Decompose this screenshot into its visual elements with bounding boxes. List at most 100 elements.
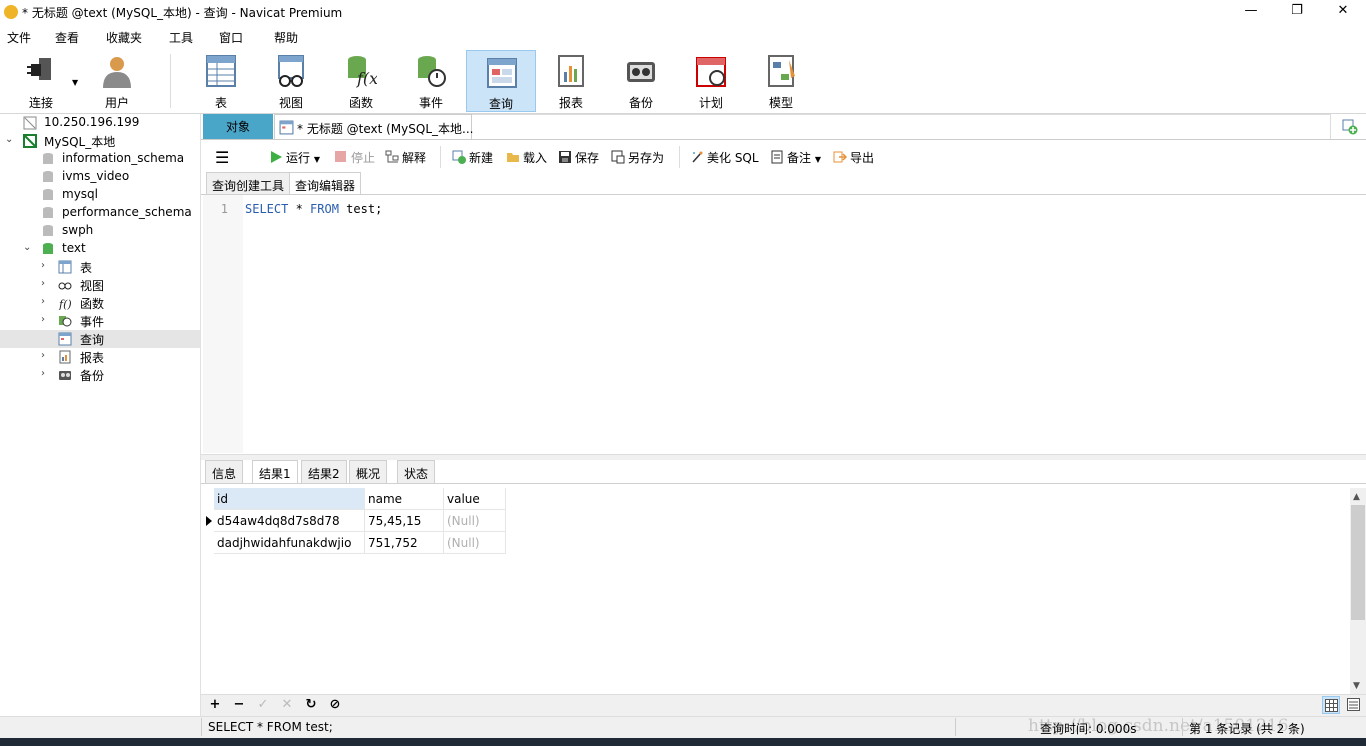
close-button[interactable]: ✕ — [1320, 0, 1366, 24]
function-button[interactable]: f(x) 函数 — [326, 50, 396, 112]
tree-db-ivms-video[interactable]: ivms_video — [0, 168, 200, 186]
explain-button[interactable]: 解释 — [385, 149, 426, 167]
collapse-icon[interactable]: ⌄ — [23, 242, 31, 253]
table-cell[interactable]: d54aw4dq8d7s8d78 — [214, 510, 365, 532]
stop-button[interactable]: 停止 — [334, 149, 375, 167]
discard-changes-button[interactable]: ✕ — [279, 697, 295, 713]
expand-icon[interactable]: › — [41, 260, 45, 271]
new-query-button[interactable]: 新建 — [452, 149, 493, 167]
tab-overview[interactable]: 概况 — [349, 460, 388, 484]
table-icon — [58, 260, 72, 274]
delete-record-button[interactable]: − — [231, 697, 247, 713]
table-cell-null[interactable]: (Null) — [444, 510, 506, 532]
tree-node-functions[interactable]: › f() 函数 — [0, 294, 200, 312]
add-record-button[interactable]: + — [207, 697, 223, 713]
tab-query-editor[interactable]: 查询编辑器 — [289, 172, 362, 195]
sql-code-line[interactable]: SELECT * FROM test; — [245, 202, 382, 216]
comment-icon — [771, 150, 783, 164]
table-button[interactable]: 表 — [186, 50, 256, 112]
server-label: 10.250.196.199 — [44, 115, 140, 129]
tree-db-swph[interactable]: swph — [0, 222, 200, 240]
export-button[interactable]: 导出 — [833, 149, 874, 167]
tree-node-tables[interactable]: › 表 — [0, 258, 200, 276]
model-button[interactable]: 模型 — [746, 50, 816, 112]
tab-status[interactable]: 状态 — [397, 460, 436, 484]
menu-file[interactable]: 文件 — [7, 29, 31, 46]
menu-favorites[interactable]: 收藏夹 — [106, 29, 142, 46]
tab-object[interactable]: 对象 — [203, 114, 273, 140]
backup-button[interactable]: 备份 — [606, 50, 676, 112]
scroll-up-icon[interactable]: ▲ — [1353, 492, 1360, 502]
tab-query[interactable]: * 无标题 @text (MySQL_本地... — [274, 114, 473, 140]
menu-window[interactable]: 窗口 — [219, 29, 243, 46]
connect-dropdown-icon[interactable]: ▼ — [72, 78, 78, 87]
tab-result1[interactable]: 结果1 — [252, 460, 298, 484]
expand-icon[interactable]: › — [41, 314, 45, 325]
scrollbar-thumb[interactable] — [1351, 505, 1365, 620]
tree-node-reports[interactable]: › 报表 — [0, 348, 200, 366]
sql-editor[interactable] — [203, 195, 1366, 453]
function-label: 函数 — [348, 96, 373, 110]
status-query-time: 查询时间: 0.000s — [1040, 722, 1137, 736]
db-label: mysql — [62, 187, 98, 201]
run-dropdown-icon[interactable]: ▼ — [314, 155, 320, 164]
refresh-button[interactable]: ↻ — [303, 697, 319, 713]
event-button[interactable]: 事件 — [396, 50, 466, 112]
tree-node-views[interactable]: › 视图 — [0, 276, 200, 294]
expand-icon[interactable]: › — [41, 368, 45, 379]
tab-info[interactable]: 信息 — [205, 460, 244, 484]
tab-result2[interactable]: 结果2 — [301, 460, 347, 484]
table-cell[interactable]: 751,752 — [365, 532, 444, 554]
db-label: swph — [62, 223, 94, 237]
database-icon — [43, 207, 53, 218]
column-header-name[interactable]: name — [365, 488, 444, 510]
menu-help[interactable]: 帮助 — [274, 29, 298, 46]
tree-db-mysql[interactable]: mysql — [0, 186, 200, 204]
table-cell-null[interactable]: (Null) — [444, 532, 506, 554]
report-button[interactable]: 报表 — [536, 50, 606, 112]
query-button[interactable]: 查询 — [466, 50, 536, 112]
expand-icon[interactable]: › — [41, 296, 45, 307]
menu-view[interactable]: 查看 — [55, 29, 79, 46]
tree-node-events[interactable]: › 事件 — [0, 312, 200, 330]
new-tab-button[interactable] — [1330, 114, 1366, 140]
maximize-button[interactable]: ❐ — [1274, 0, 1320, 24]
column-header-id[interactable]: id — [214, 488, 365, 510]
menu-tools[interactable]: 工具 — [169, 29, 193, 46]
tree-connection[interactable]: ⌄ MySQL_本地 — [0, 132, 200, 150]
scroll-down-icon[interactable]: ▼ — [1353, 681, 1360, 691]
comment-button[interactable]: 备注 ▼ — [770, 149, 821, 167]
tab-query-builder[interactable]: 查询创建工具 — [206, 172, 291, 195]
apply-changes-button[interactable]: ✓ — [255, 697, 271, 713]
beautify-sql-button[interactable]: 美化 SQL — [690, 149, 759, 167]
user-button[interactable]: 用户 — [82, 50, 152, 112]
collapse-icon[interactable]: ⌄ — [5, 134, 13, 145]
sql-keyword-from: FROM — [310, 202, 339, 216]
load-button[interactable]: 载入 — [506, 149, 547, 167]
connect-button[interactable]: 连接 — [6, 50, 76, 112]
view-button[interactable]: 视图 — [256, 50, 326, 112]
table-cell[interactable]: dadjhwidahfunakdwjio — [214, 532, 365, 554]
comment-dropdown-icon[interactable]: ▼ — [815, 155, 821, 164]
run-button[interactable]: 运行 ▼ — [269, 149, 320, 167]
expand-icon[interactable]: › — [41, 278, 45, 289]
tree-node-queries[interactable]: 查询 — [0, 330, 200, 348]
tree-server[interactable]: 10.250.196.199 — [0, 114, 200, 132]
table-icon — [206, 55, 236, 87]
tree-db-performance-schema[interactable]: performance_schema — [0, 204, 200, 222]
column-header-value[interactable]: value — [444, 488, 506, 510]
tree-node-backups[interactable]: › 备份 — [0, 366, 200, 384]
tree-db-text[interactable]: ⌄ text — [0, 240, 200, 258]
schedule-button[interactable]: 计划 — [676, 50, 746, 112]
form-view-button[interactable] — [1345, 696, 1363, 714]
tree-db-information-schema[interactable]: information_schema — [0, 150, 200, 168]
minimize-button[interactable]: — — [1228, 0, 1274, 24]
table-cell[interactable]: 75,45,15 — [365, 510, 444, 532]
hamburger-menu-icon[interactable]: ☰ — [215, 148, 229, 167]
status-sql-text: SELECT * FROM test; — [208, 720, 333, 734]
stop-load-button[interactable]: ⊘ — [327, 697, 343, 713]
expand-icon[interactable]: › — [41, 350, 45, 361]
grid-view-button[interactable] — [1322, 696, 1340, 714]
save-as-button[interactable]: 另存为 — [611, 149, 664, 167]
save-button[interactable]: 保存 — [558, 149, 599, 167]
